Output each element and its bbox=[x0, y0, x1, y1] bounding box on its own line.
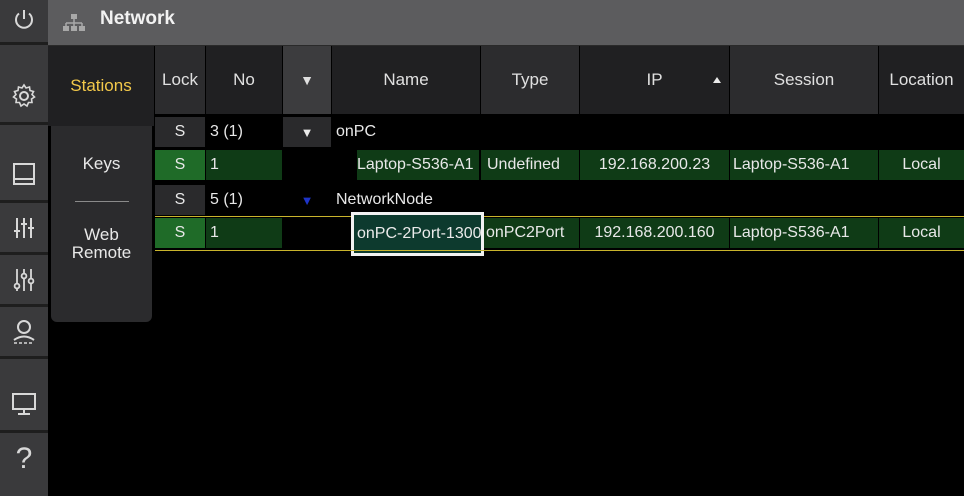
lock-cell[interactable]: S bbox=[155, 150, 205, 180]
column-header-type[interactable]: Type bbox=[481, 46, 579, 114]
ip-cell: 192.168.200.160 bbox=[580, 218, 730, 248]
group-name-cell: onPC bbox=[336, 123, 377, 140]
window-titlebar: Network bbox=[48, 0, 964, 46]
lock-cell[interactable]: S bbox=[155, 218, 205, 248]
help-icon[interactable]: ? bbox=[0, 434, 48, 484]
session-cell: Laptop-S536-A1 bbox=[730, 150, 879, 180]
collapse-icon[interactable]: ▼ bbox=[283, 185, 331, 215]
lock-cell[interactable]: S bbox=[155, 185, 205, 215]
divider bbox=[75, 201, 129, 202]
tab-keys[interactable]: Keys bbox=[51, 136, 152, 192]
no-cell: 1 bbox=[206, 218, 283, 248]
location-cell: Local bbox=[879, 218, 964, 248]
column-header-expand[interactable]: ▼ bbox=[283, 46, 331, 114]
subtabs-panel: Stations Keys Web Remote bbox=[48, 46, 154, 496]
column-header-name[interactable]: Name bbox=[332, 46, 480, 114]
subtabs-inactive-group: Keys Web Remote bbox=[51, 126, 152, 322]
submaster-icon[interactable] bbox=[0, 256, 48, 304]
no-cell: 1 bbox=[206, 150, 283, 180]
column-header-ip-label: IP bbox=[646, 70, 663, 89]
stations-table: Lock No ▼ Name Type IP Session Location … bbox=[155, 46, 964, 496]
type-cell: onPC2Port bbox=[484, 218, 580, 248]
session-cell: Laptop-S536-A1 bbox=[730, 218, 879, 248]
no-cell: 5 (1) bbox=[210, 191, 243, 208]
window-title: Network bbox=[100, 8, 175, 29]
tab-web-remote[interactable]: Web Remote bbox=[51, 222, 152, 266]
lock-cell[interactable]: S bbox=[155, 117, 205, 147]
no-cell: 3 (1) bbox=[210, 123, 243, 140]
tab-web-remote-label: Web Remote bbox=[71, 225, 132, 262]
column-header-session[interactable]: Session bbox=[730, 46, 878, 114]
group-name-cell: NetworkNode bbox=[336, 191, 433, 208]
power-icon[interactable] bbox=[0, 0, 48, 40]
selection-line-bottom bbox=[155, 250, 964, 251]
screen-icon[interactable] bbox=[0, 380, 48, 428]
column-header-ip[interactable]: IP bbox=[580, 46, 729, 114]
column-header-lock[interactable]: Lock bbox=[155, 46, 205, 114]
network-icon bbox=[62, 13, 86, 38]
collapse-icon[interactable]: ▼ bbox=[283, 117, 331, 147]
user-icon[interactable] bbox=[0, 308, 48, 356]
selection-line-top bbox=[155, 216, 964, 217]
type-cell: Undefined bbox=[481, 150, 580, 180]
sort-ascending-icon bbox=[713, 77, 721, 83]
location-cell: Local bbox=[879, 150, 964, 180]
tab-stations[interactable]: Stations bbox=[48, 46, 154, 126]
settings-icon[interactable] bbox=[0, 72, 48, 120]
faders-icon[interactable] bbox=[0, 204, 48, 252]
column-header-no[interactable]: No bbox=[206, 46, 282, 114]
ip-cell: 192.168.200.23 bbox=[580, 150, 730, 180]
window-icon[interactable] bbox=[0, 150, 48, 198]
name-cell[interactable]: Laptop-S536-A1 bbox=[357, 150, 480, 180]
column-header-location[interactable]: Location bbox=[879, 46, 964, 114]
left-toolbar: ? bbox=[0, 0, 48, 496]
